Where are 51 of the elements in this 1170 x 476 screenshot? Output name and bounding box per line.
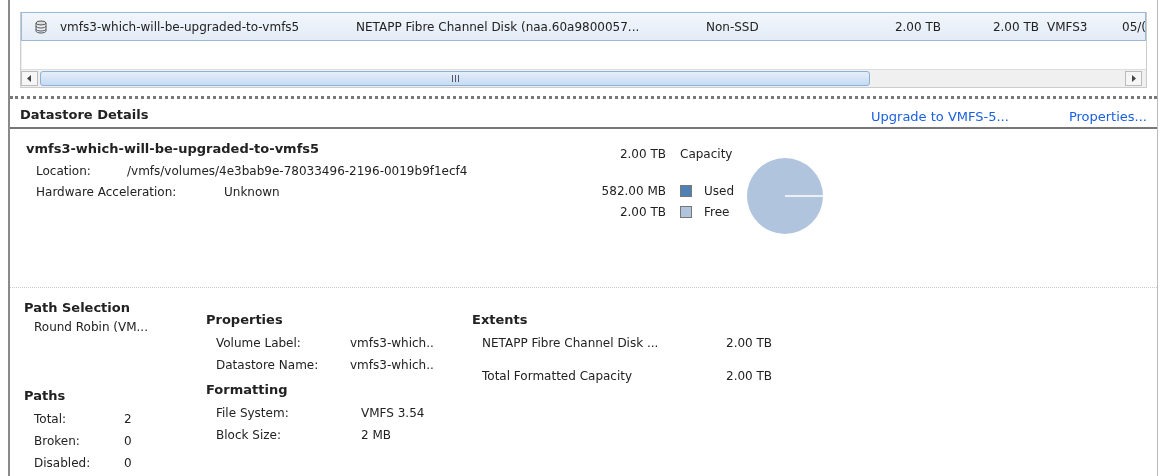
field-label: NETAPP Fibre Channel Disk ... [482,336,660,350]
field-label: Block Size: [216,428,282,442]
field-value: 0 [124,434,132,448]
database-icon [34,19,48,34]
table-cell-text: NETAPP Fibre Channel Disk (naa.60a9800057... [356,19,641,34]
scroll-left-icon[interactable] [21,71,38,86]
section-title: Properties [206,312,284,329]
action-link[interactable]: Upgrade to VMFS-5... [871,109,1009,124]
path-policy: Round Robin (VM... [33,320,149,336]
action-link[interactable]: Properties... [1068,109,1147,124]
field-value: /vmfs/volumes/4e3bab9e-78033496-2196-0019b9f1ecf4 [127,163,468,178]
section-title: Extents [472,312,529,329]
section-title: Path Selection [24,300,131,317]
field-value: 2 MB [361,428,392,442]
datastore-name: vmfs3-which-will-be-upgraded-to-vmfs5 [26,141,321,156]
field-label: Datastore Name: [216,358,320,372]
field-label: Disabled: [34,456,92,470]
field-value: vmfs3-which.. [350,336,434,350]
table-cell: 05/( [1122,19,1145,34]
section-title: Datastore Details [20,107,149,124]
field-label: Total: [34,412,68,426]
field-label: Broken: [34,434,81,448]
field-label: File System: [216,406,290,420]
field-value: 2.00 TB [726,369,773,383]
section-title: Formatting [206,382,289,399]
table-row[interactable]: vmfs3-which-will-be-upgraded-to-vmfs5 NETAPP Fibre Channel Disk (naa.60a9800057... Non-SSD 2.00 TB 2.00 TB VMFS3 05/( [21,12,1146,41]
table-cell-text: Non-SSD [706,19,760,34]
table-cell-text: vmfs3-which-will-be-upgraded-to-vmfs5 [60,19,301,34]
field-value: 2.00 TB [726,336,773,350]
legend-value: 2.00 TB [618,204,666,219]
table-cell-text: 2.00 TB [893,19,941,34]
scrollbar-thumb[interactable] [40,71,870,86]
field-value: 2 [124,412,132,426]
section-title: Paths [24,388,67,405]
field-label: Volume Label: [216,336,302,350]
legend-label: Free [704,204,730,219]
field-value: Unknown [224,184,280,199]
field-label: Total Formatted Capacity [482,369,634,383]
table-cell-text: VMFS3 [1046,19,1089,34]
horizontal-scrollbar[interactable] [21,69,1146,87]
field-value: vmfs3-which.. [350,358,434,372]
legend-value: 582.00 MB [600,183,666,198]
capacity-label: Capacity [680,146,733,161]
legend-label: Used [704,183,735,198]
field-value: 0 [124,456,132,470]
table-cell-text: 2.00 TB [991,19,1039,34]
field-value: VMFS 3.54 [361,406,425,420]
capacity-value: 2.00 TB [618,146,666,161]
scroll-right-icon[interactable] [1125,71,1142,86]
field-label: Hardware Acceleration: [36,184,178,199]
field-label: Location: [36,163,92,178]
